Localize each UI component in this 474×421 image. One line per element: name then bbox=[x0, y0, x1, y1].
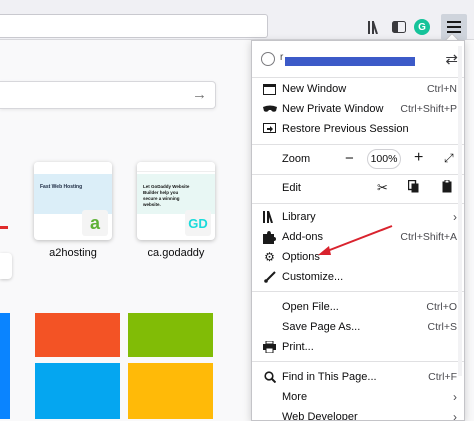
menu-item-zoom: Zoom − 100% + ⤢ bbox=[282, 149, 454, 169]
app-menu-panel: r ⇄ New Window Ctrl+N New Private Window… bbox=[251, 40, 465, 421]
sync-icon[interactable]: ⇄ bbox=[445, 50, 458, 68]
menu-item-addons[interactable]: Add-ons Ctrl+Shift+A bbox=[252, 227, 464, 247]
gear-icon: ⚙ bbox=[264, 250, 275, 264]
chevron-right-icon: › bbox=[453, 210, 457, 224]
search-icon bbox=[262, 370, 277, 384]
fullscreen-icon[interactable]: ⤢ bbox=[444, 151, 454, 166]
arrow-right-icon[interactable]: → bbox=[192, 86, 207, 103]
paste-icon[interactable] bbox=[442, 179, 452, 196]
redaction-bar bbox=[285, 57, 415, 66]
menu-item-print[interactable]: Print... bbox=[252, 337, 464, 357]
menu-item-library[interactable]: Library › bbox=[252, 207, 464, 227]
account-icon bbox=[261, 52, 275, 66]
microsoft-tile-green[interactable] bbox=[128, 313, 213, 357]
thumbnail-heading: Let GoDaddy Website Builder help you sec… bbox=[143, 184, 190, 207]
paintbrush-icon bbox=[262, 270, 277, 284]
top-site-a2hosting[interactable]: Fast Web Hosting a bbox=[34, 162, 112, 240]
microsoft-tile-red[interactable] bbox=[35, 313, 120, 357]
zoom-out-button[interactable]: − bbox=[345, 150, 354, 167]
menu-item-restore-session[interactable]: Restore Previous Session bbox=[252, 119, 464, 139]
chevron-right-icon: › bbox=[453, 390, 457, 404]
address-bar[interactable] bbox=[0, 14, 268, 38]
partial-site-accent bbox=[0, 226, 8, 229]
a2hosting-logo-icon: a bbox=[82, 210, 108, 236]
partial-tile[interactable] bbox=[0, 313, 10, 419]
copy-icon[interactable] bbox=[407, 179, 419, 196]
sidebar-icon[interactable] bbox=[390, 18, 408, 36]
private-mask-icon bbox=[262, 102, 277, 116]
menu-item-edit: Edit ✂ bbox=[252, 178, 464, 198]
thumbnail-heading: Fast Web Hosting bbox=[40, 184, 83, 190]
chevron-right-icon: › bbox=[453, 410, 457, 421]
restore-session-icon bbox=[262, 122, 277, 136]
printer-icon bbox=[262, 340, 277, 354]
zoom-reset-button[interactable]: 100% bbox=[367, 149, 401, 169]
menu-item-find[interactable]: Find in This Page... Ctrl+F bbox=[252, 367, 464, 387]
zoom-in-button[interactable]: + bbox=[414, 149, 423, 167]
top-site-label[interactable]: a2hosting bbox=[23, 247, 123, 259]
godaddy-logo-icon: GD bbox=[185, 210, 211, 236]
menu-item-customize[interactable]: Customize... bbox=[252, 267, 464, 287]
cut-icon[interactable]: ✂ bbox=[377, 180, 388, 196]
menu-item-new-private-window[interactable]: New Private Window Ctrl+Shift+P bbox=[252, 99, 464, 119]
microsoft-tile-blue[interactable] bbox=[35, 363, 120, 419]
account-row[interactable]: r ⇄ bbox=[252, 45, 464, 73]
menu-item-web-developer[interactable]: Web Developer › bbox=[252, 407, 464, 421]
top-site-label[interactable]: ca.godaddy bbox=[126, 247, 226, 259]
menu-item-more[interactable]: More › bbox=[252, 387, 464, 407]
new-window-icon bbox=[262, 82, 277, 96]
partial-top-site-card[interactable] bbox=[0, 253, 12, 279]
site-thumbnail bbox=[34, 174, 112, 214]
menu-separator bbox=[252, 174, 464, 175]
menu-separator bbox=[252, 144, 464, 145]
top-site-godaddy[interactable]: Let GoDaddy Website Builder help you sec… bbox=[137, 162, 215, 240]
menu-separator bbox=[252, 361, 464, 362]
browser-toolbar: G bbox=[0, 0, 474, 40]
grammarly-icon[interactable]: G bbox=[414, 19, 430, 35]
scrollbar[interactable] bbox=[458, 46, 462, 376]
menu-separator bbox=[252, 77, 464, 78]
library-icon bbox=[262, 210, 277, 224]
menu-separator bbox=[252, 203, 464, 204]
menu-item-save-page[interactable]: Save Page As... Ctrl+S bbox=[252, 317, 464, 337]
puzzle-piece-icon bbox=[262, 230, 277, 244]
microsoft-tile-yellow[interactable] bbox=[128, 363, 213, 419]
library-icon[interactable] bbox=[366, 18, 384, 36]
menu-separator bbox=[252, 291, 464, 292]
search-input[interactable]: → bbox=[0, 81, 216, 109]
menu-item-new-window[interactable]: New Window Ctrl+N bbox=[252, 79, 464, 99]
menu-item-open-file[interactable]: Open File... Ctrl+O bbox=[252, 297, 464, 317]
menu-item-options[interactable]: ⚙ Options bbox=[252, 247, 464, 267]
